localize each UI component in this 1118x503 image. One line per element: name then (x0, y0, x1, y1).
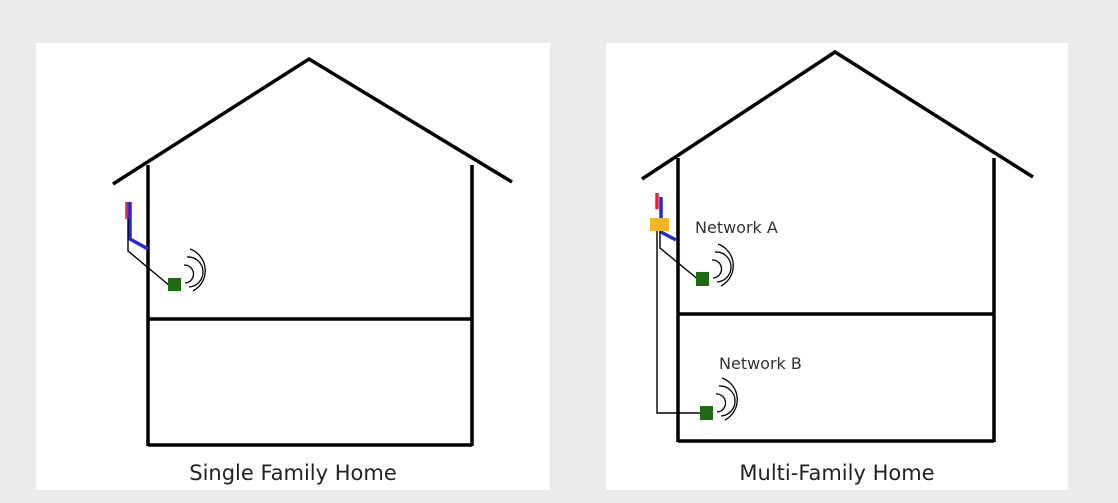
wifi-signal-icon (711, 243, 734, 287)
roof (112, 56, 513, 186)
wifi-signal-icon (183, 248, 206, 292)
router-icon (700, 406, 713, 420)
router-a-wire (659, 231, 701, 282)
single-family-house-diagram (112, 56, 513, 447)
network-b-label: Network B (719, 354, 802, 373)
roof (641, 49, 1034, 181)
incoming-cable-blue (128, 202, 149, 251)
multi-family-caption: Multi-Family Home (739, 461, 935, 485)
wifi-signal-icon (715, 377, 738, 421)
router-icon (168, 278, 181, 291)
router-icon (696, 272, 709, 286)
single-family-caption: Single Family Home (189, 461, 397, 485)
splitter-icon (650, 218, 669, 231)
multi-family-panel: Network A Network B Multi-Family Home (606, 43, 1068, 490)
network-a-label: Network A (695, 218, 778, 237)
single-family-panel: Single Family Home (36, 43, 550, 490)
multi-family-house-diagram: Network A Network B (641, 49, 1034, 443)
